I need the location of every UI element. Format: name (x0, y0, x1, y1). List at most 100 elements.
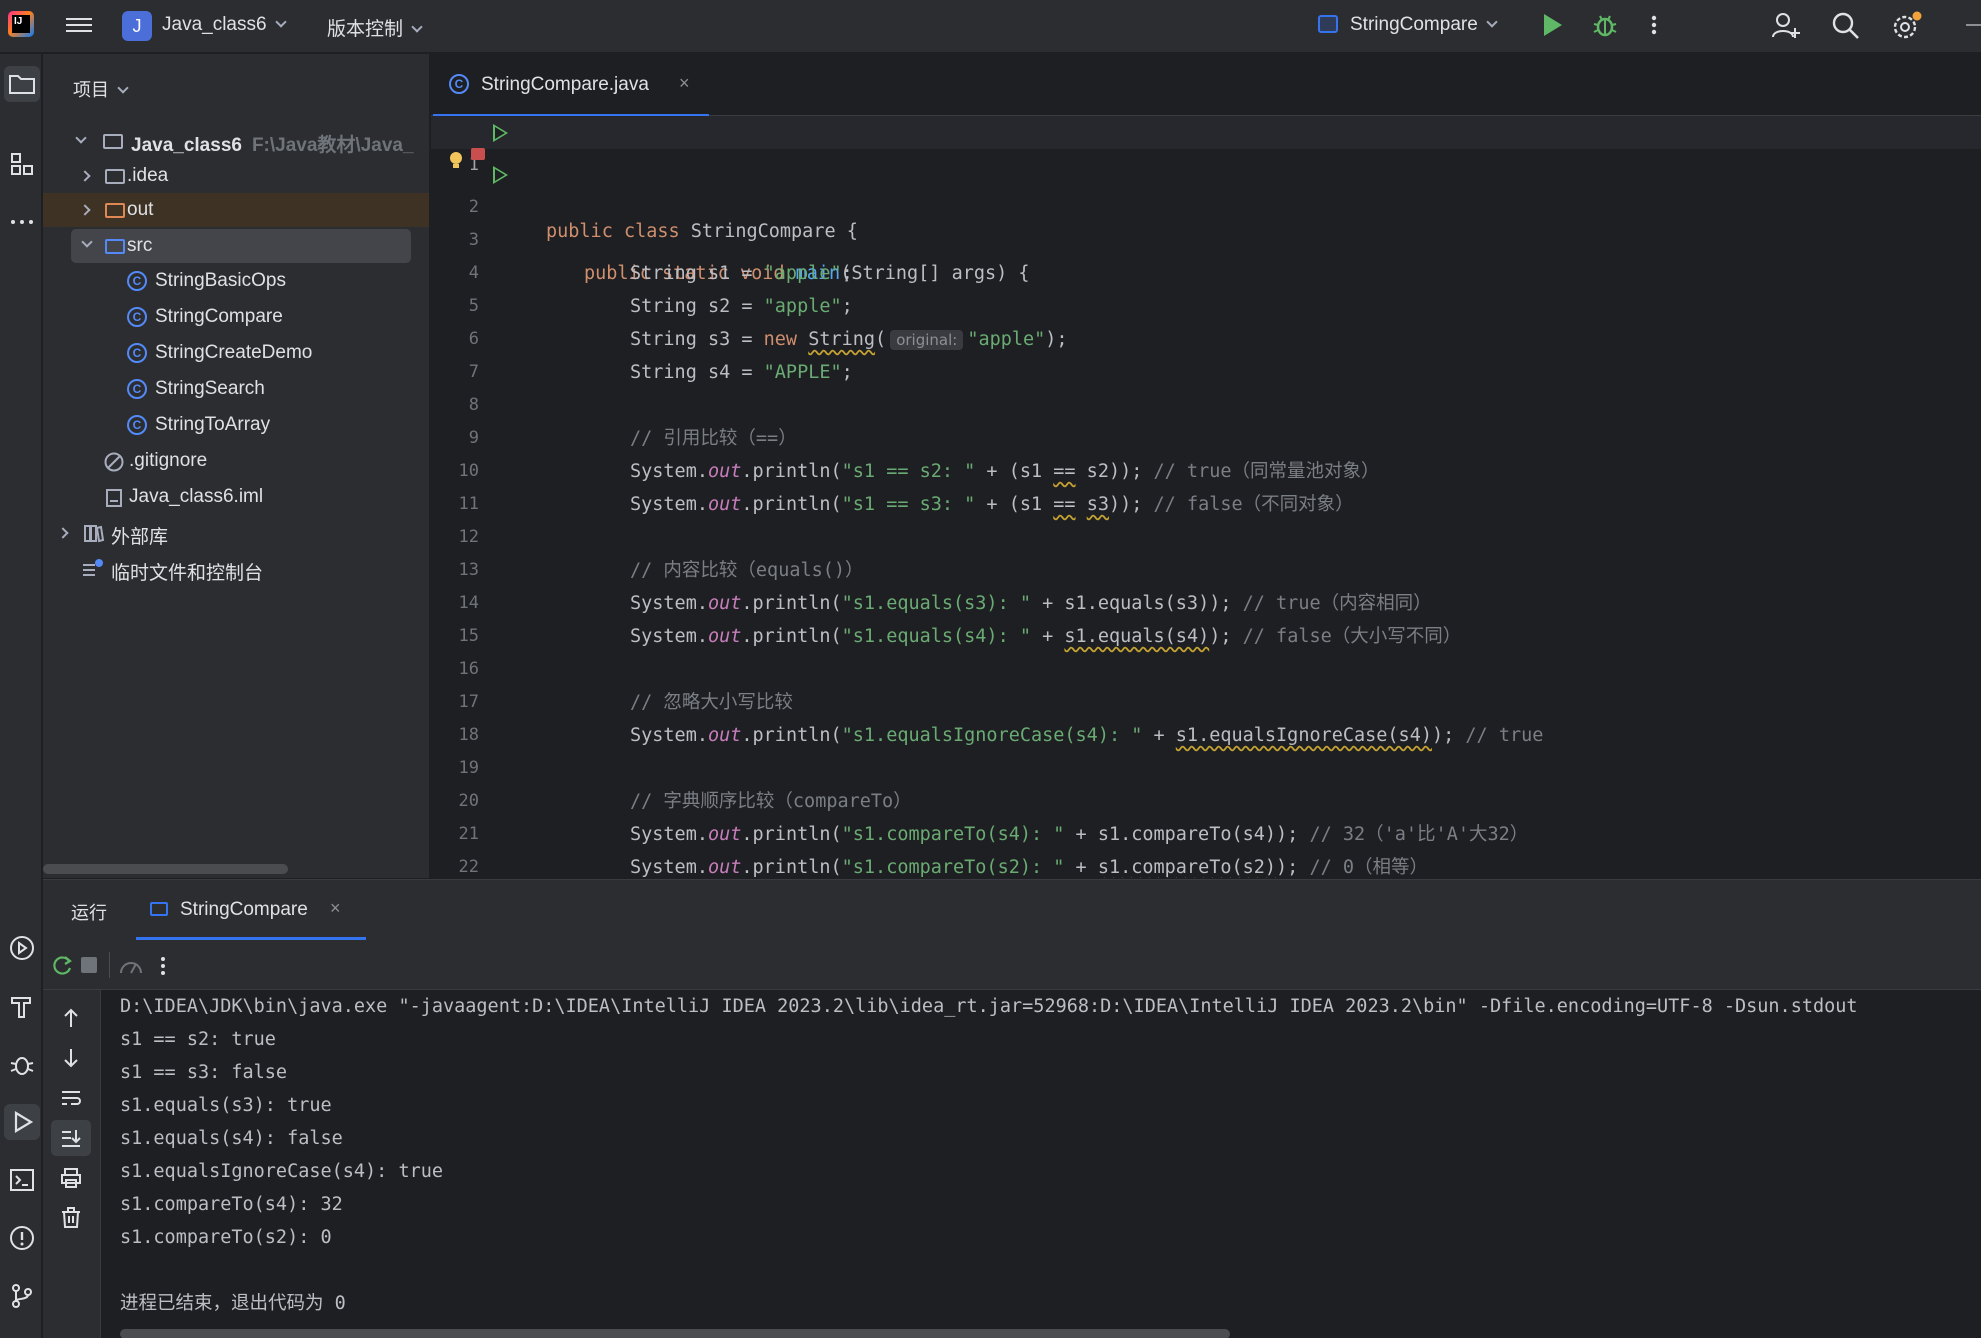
vcs-widget[interactable]: 版本控制 (327, 14, 423, 41)
chevron-down-icon (117, 82, 129, 94)
more-actions-icon[interactable] (153, 953, 173, 979)
trash-icon[interactable] (59, 1206, 83, 1230)
collapse-arrow-icon[interactable] (57, 527, 69, 539)
collapse-arrow-icon[interactable] (79, 170, 91, 182)
terminal-tool-button[interactable] (4, 1162, 40, 1198)
class-icon: C (127, 343, 147, 363)
code-line[interactable]: 19 // 字典顺序比较（compareTo） (431, 719, 1981, 812)
expand-arrow-icon[interactable] (75, 132, 87, 144)
search-icon[interactable] (1830, 10, 1862, 42)
scratches-icon (83, 559, 103, 576)
tree-item-external-libraries[interactable]: 外部库 (43, 516, 429, 550)
tree-item-class[interactable]: C StringBasicOps (43, 264, 429, 298)
tree-item-root[interactable]: Java_class6 F:\Java教材\Java_ (43, 124, 429, 158)
arrow-down-icon[interactable] (59, 1046, 83, 1070)
console-output[interactable]: D:\IDEA\JDK\bin\java.exe "-javaagent:D:\… (101, 990, 1981, 1338)
run-tab-label: StringCompare (180, 899, 308, 920)
tree-item-class[interactable]: C StringCompare (43, 300, 429, 334)
code-line[interactable]: 13 System.out.println("s1.equals(s3): " … (431, 521, 1981, 614)
collapse-arrow-icon[interactable] (79, 204, 91, 216)
settings-gear-icon[interactable] (1890, 10, 1924, 42)
add-user-icon[interactable] (1770, 10, 1802, 42)
code-line[interactable]: 6 String s4 = "APPLE"; (431, 290, 1981, 383)
close-icon[interactable]: × (679, 73, 690, 94)
bug-icon (10, 1057, 34, 1075)
services-tool-button[interactable] (4, 930, 40, 966)
code-line[interactable]: 11 (431, 455, 1981, 514)
run-icon[interactable] (1544, 14, 1562, 36)
code-line[interactable]: 2 public static void main(String[] args)… (431, 158, 1981, 284)
run-config-icon (150, 902, 168, 916)
debug-icon[interactable] (1590, 10, 1620, 40)
main-menu-button[interactable] (66, 14, 92, 34)
tree-item-out[interactable]: out (43, 193, 429, 227)
tree-item-class[interactable]: C StringSearch (43, 372, 429, 406)
structure-tool-button[interactable] (4, 146, 40, 182)
print-icon[interactable] (59, 1166, 83, 1190)
tree-item-idea[interactable]: .idea (43, 159, 429, 193)
code-line[interactable]: 5 String s3 = new String(original: "apple… (431, 257, 1981, 350)
tab-stringcompare-java[interactable]: C StringCompare.java × (431, 54, 711, 117)
code-line[interactable]: 22 } (431, 818, 1981, 877)
horizontal-scrollbar[interactable] (120, 1329, 1230, 1338)
close-icon[interactable]: × (330, 898, 341, 919)
stop-icon[interactable] (81, 957, 97, 973)
code-line[interactable]: 8 // 引用比较（==） (431, 356, 1981, 449)
ignore-file-icon (104, 452, 124, 472)
scroll-to-end-button[interactable] (51, 1120, 91, 1156)
title-bar: IJ J Java_class6 版本控制 StringCompare (0, 0, 1981, 53)
intellij-logo-icon[interactable]: IJ (8, 11, 34, 37)
problems-tool-button[interactable] (4, 1220, 40, 1256)
run-tab-stringcompare[interactable]: StringCompare × (136, 880, 366, 940)
code-line[interactable]: 7 (431, 323, 1981, 382)
tree-label: .idea (127, 165, 169, 186)
class-icon: C (127, 271, 147, 291)
code-line[interactable]: 20 System.out.println("s1.compareTo(s4):… (431, 752, 1981, 845)
debug-tool-button[interactable] (4, 1046, 40, 1082)
code-line[interactable]: 9 System.out.println("s1 == s2: " + (s1 … (431, 389, 1981, 482)
rerun-icon[interactable] (49, 953, 75, 979)
git-tool-button[interactable] (4, 1278, 40, 1314)
build-tool-button[interactable] (4, 988, 40, 1024)
code-line[interactable]: 3 String s1 = "apple"; (431, 191, 1981, 284)
code-line[interactable]: 10 System.out.println("s1 == s3: " + (s1… (431, 422, 1981, 515)
horizontal-scrollbar[interactable] (43, 864, 288, 874)
code-line[interactable]: 16 // 忽略大小写比较 (431, 620, 1981, 713)
code-line[interactable]: 21 System.out.println("s1.compareTo(s2):… (431, 785, 1981, 878)
soft-wrap-icon[interactable] (59, 1086, 83, 1110)
code-line[interactable]: 1 public class StringCompare { (431, 116, 1981, 242)
arrow-up-icon[interactable] (59, 1006, 83, 1030)
tree-item-iml[interactable]: Java_class6.iml (43, 480, 429, 514)
code-line[interactable]: 14 System.out.println("s1.equals(s4): " … (431, 554, 1981, 647)
vcs-label: 版本控制 (327, 19, 404, 40)
code-line[interactable]: 4 String s2 = "apple"; (431, 224, 1981, 317)
services-icon (10, 936, 34, 960)
more-actions-icon[interactable] (1642, 10, 1666, 40)
tree-item-class[interactable]: C StringCreateDemo (43, 336, 429, 370)
code-editor[interactable]: 1 public class StringCompare { 2 public … (431, 116, 1981, 878)
project-tool-button[interactable] (4, 66, 40, 102)
minimize-icon[interactable] (1966, 24, 1981, 26)
console-line: s1.compareTo(s4): 32 (120, 1194, 343, 1215)
project-widget[interactable]: Java_class6 (162, 14, 287, 36)
console-line: 进程已结束，退出代码为 0 (120, 1293, 346, 1314)
tree-item-scratches[interactable]: 临时文件和控制台 (43, 552, 429, 586)
code-line[interactable]: 12 // 内容比较（equals()） (431, 488, 1981, 581)
tree-item-class[interactable]: C StringToArray (43, 408, 429, 442)
more-tools-button[interactable] (4, 204, 40, 240)
project-badge-icon[interactable]: J (122, 11, 152, 41)
tree-item-gitignore[interactable]: .gitignore (43, 444, 429, 478)
project-view-selector[interactable]: 项目 (73, 76, 129, 102)
code-line[interactable]: 15 (431, 587, 1981, 646)
profiler-icon[interactable] (117, 953, 145, 979)
tree-label: StringBasicOps (155, 270, 286, 291)
tree-item-src[interactable]: src (71, 229, 411, 263)
code-line[interactable]: 18 (431, 686, 1981, 745)
run-gutter-icon[interactable] (493, 166, 508, 184)
run-gutter-icon[interactable] (493, 124, 508, 142)
console-line: s1.equals(s3): true (120, 1095, 332, 1116)
code-line[interactable]: 17 System.out.println("s1.equalsIgnoreCa… (431, 653, 1981, 746)
run-config-selector[interactable]: StringCompare (1350, 14, 1498, 36)
expand-arrow-icon[interactable] (81, 236, 93, 248)
run-tool-button[interactable] (4, 1104, 40, 1140)
